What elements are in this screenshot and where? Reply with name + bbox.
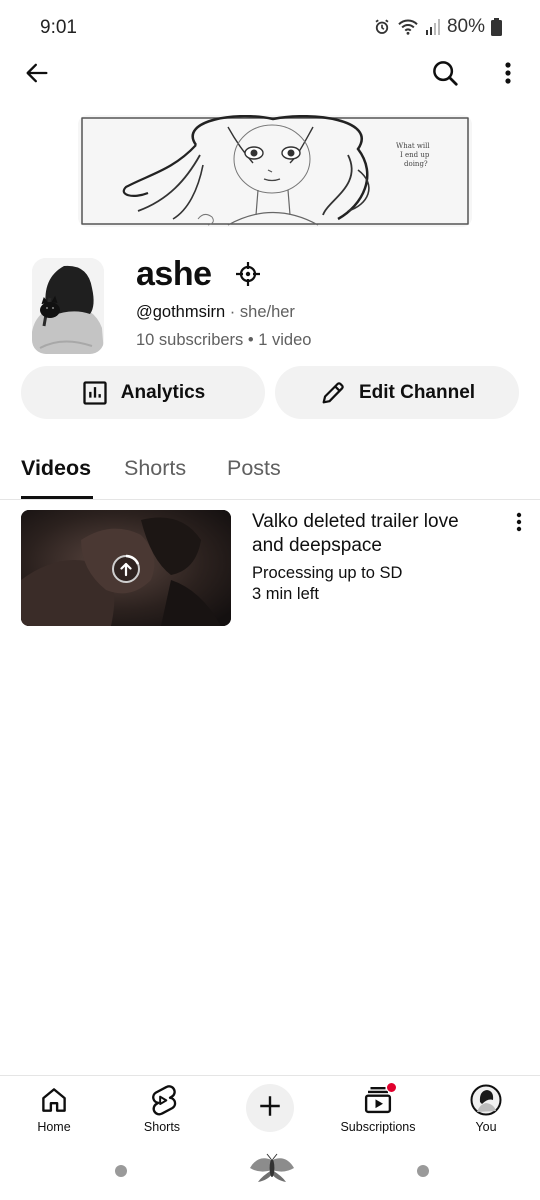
recents-button[interactable] xyxy=(115,1165,127,1177)
upload-progress-icon xyxy=(111,554,141,584)
edit-channel-label: Edit Channel xyxy=(358,381,476,403)
channel-stats[interactable]: 10 subscribers • 1 video xyxy=(136,331,311,350)
tab-posts[interactable]: Posts xyxy=(227,456,281,481)
status-time: 9:01 xyxy=(40,17,77,38)
active-tab-indicator xyxy=(21,496,93,499)
video-more-button[interactable] xyxy=(504,510,534,538)
home-icon xyxy=(39,1082,69,1118)
back-arrow-icon xyxy=(23,59,51,92)
crosshair-icon xyxy=(233,259,263,289)
create-button[interactable] xyxy=(246,1084,294,1132)
analytics-label: Analytics xyxy=(120,381,206,403)
back-nav-button[interactable] xyxy=(417,1165,429,1177)
nav-shorts-label: Shorts xyxy=(143,1120,181,1134)
notification-dot xyxy=(386,1082,397,1093)
plus-icon xyxy=(257,1093,283,1124)
video-processing-status: Processing up to SD xyxy=(252,564,403,582)
home-moth-button[interactable] xyxy=(248,1152,296,1184)
more-vert-icon xyxy=(516,512,522,537)
back-button[interactable] xyxy=(14,52,60,98)
wifi-icon xyxy=(397,18,419,36)
edit-channel-button[interactable]: Edit Channel xyxy=(275,366,519,419)
nav-subscriptions-label: Subscriptions xyxy=(340,1120,416,1134)
channel-banner[interactable]: What will I end up doing? xyxy=(78,115,472,227)
video-title[interactable]: Valko deleted trailer love and deepspace xyxy=(252,510,492,558)
top-app-bar xyxy=(0,52,540,98)
channel-avatar[interactable] xyxy=(32,258,104,354)
video-time-left: 3 min left xyxy=(252,585,319,603)
tab-videos[interactable]: Videos xyxy=(21,456,91,481)
battery-icon xyxy=(491,18,502,36)
nav-shorts[interactable]: Shorts xyxy=(112,1082,212,1134)
signal-icon xyxy=(425,18,441,36)
status-icons: 80% xyxy=(373,16,502,38)
bottom-navigation: Home Shorts Subscriptions You xyxy=(0,1075,540,1143)
channel-pronouns: she/her xyxy=(239,303,295,321)
tab-shorts[interactable]: Shorts xyxy=(124,456,186,481)
banner-caption-line: What will xyxy=(396,142,430,150)
banner-sketch-image: What will I end up doing? xyxy=(78,115,472,227)
search-icon xyxy=(430,58,460,93)
banner-caption-line: I end up xyxy=(400,151,430,159)
subscriptions-icon xyxy=(363,1082,397,1118)
moth-icon xyxy=(250,1153,294,1182)
channel-handle-line: @gothmsirn · she/her xyxy=(136,303,295,322)
status-bar: 9:01 80% xyxy=(0,0,540,56)
system-navigation-bar xyxy=(0,1146,540,1200)
alarm-icon xyxy=(373,18,391,36)
handle-separator: · xyxy=(229,303,236,321)
channel-name: ashe xyxy=(136,255,212,293)
search-button[interactable] xyxy=(422,52,468,98)
analytics-button[interactable]: Analytics xyxy=(21,366,265,419)
channel-handle: @gothmsirn xyxy=(136,303,226,321)
you-avatar-icon xyxy=(470,1082,502,1118)
battery-text: 80% xyxy=(446,16,485,37)
nav-subscriptions[interactable]: Subscriptions xyxy=(328,1082,428,1134)
banner-caption-line: doing? xyxy=(404,160,428,168)
nav-you-label: You xyxy=(475,1120,497,1134)
shorts-icon xyxy=(147,1082,177,1118)
more-vert-icon xyxy=(504,61,512,90)
nav-you[interactable]: You xyxy=(436,1082,536,1134)
nav-home[interactable]: Home xyxy=(4,1082,104,1134)
channel-tabs: Videos Shorts Posts xyxy=(0,440,540,500)
pencil-icon xyxy=(319,379,347,407)
more-options-button[interactable] xyxy=(485,52,531,98)
video-thumbnail[interactable] xyxy=(21,510,231,626)
nav-home-label: Home xyxy=(37,1120,71,1134)
analytics-icon xyxy=(81,379,109,407)
